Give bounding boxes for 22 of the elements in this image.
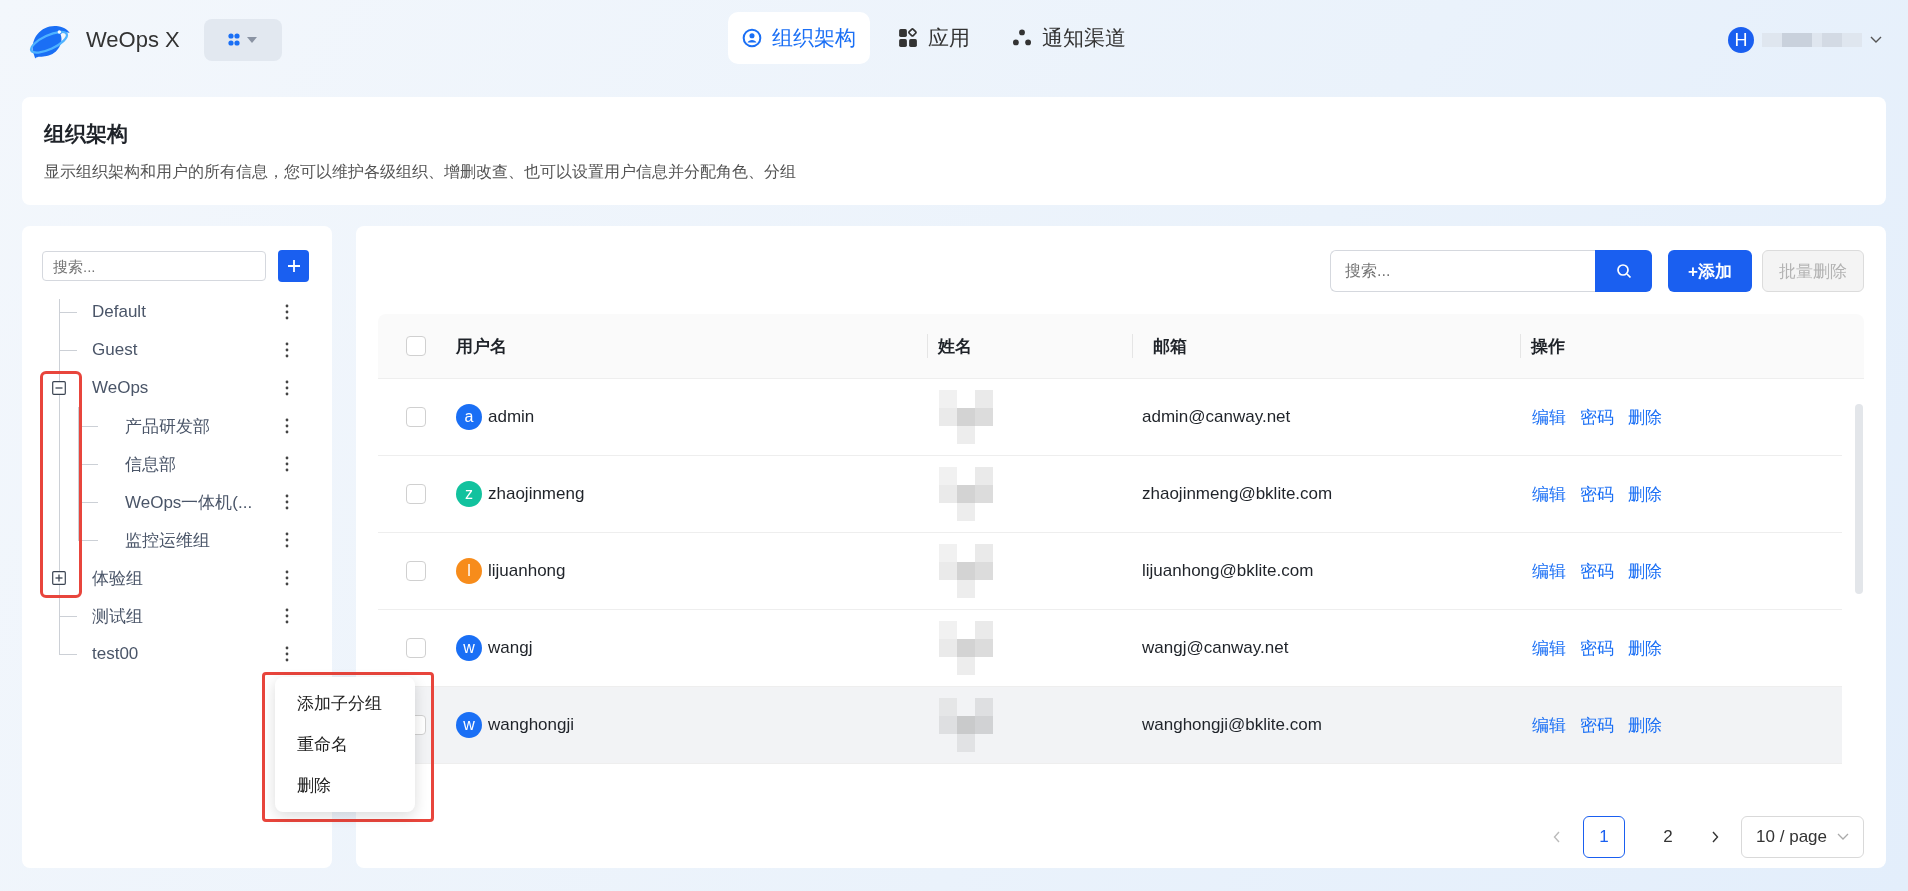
user-avatar: a bbox=[456, 404, 482, 430]
username-cell: wangj bbox=[488, 638, 533, 658]
user-avatar: l bbox=[456, 558, 482, 584]
email-cell-text: admin@canway.net bbox=[1141, 407, 1291, 426]
username-cell: lijuanhong bbox=[488, 561, 566, 581]
username-cell: wanghongji bbox=[488, 715, 574, 735]
column-header: 用户名 bbox=[456, 335, 507, 358]
username-cell: admin bbox=[488, 407, 535, 427]
app-name: WeOps X bbox=[86, 27, 180, 53]
email-cell-text: zhaojinmeng@bklite.com bbox=[1141, 484, 1333, 503]
user-avatar: w bbox=[456, 712, 482, 738]
user-avatar: z bbox=[456, 481, 482, 507]
email-cell-text: wanghongji@bklite.com bbox=[1141, 715, 1322, 734]
column-header: 邮箱 bbox=[1152, 335, 1187, 358]
user-avatar: w bbox=[456, 635, 482, 661]
email-cell-text: wangj@canway.net bbox=[1141, 638, 1289, 657]
column-header: 操作 bbox=[1531, 335, 1565, 358]
page-description: 显示组织架构和用户的所有信息，您可以维护各级组织、增删改查、也可以设置用户信息并分配角色、分组 bbox=[44, 161, 797, 182]
page-title: 组织架构 bbox=[44, 120, 129, 147]
email-cell-text: lijuanhong@bklite.com bbox=[1141, 561, 1314, 580]
username-cell: zhaojinmeng bbox=[488, 484, 585, 504]
column-header: 姓名 bbox=[938, 335, 972, 358]
